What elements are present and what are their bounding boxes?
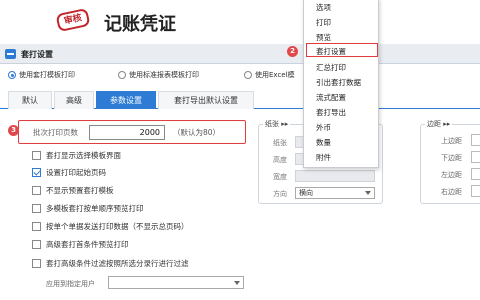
paper-label: 纸张: [273, 139, 287, 147]
right-margin-input[interactable]: [471, 185, 480, 197]
top-margin-label: 上边距: [441, 137, 462, 145]
right-margin-label: 右边距: [441, 188, 462, 196]
option-multi-template-order-preview[interactable]: 多模板套打按单顺序预览打印: [32, 203, 144, 214]
option-show-template-selector[interactable]: 套打显示选择模板界面: [32, 150, 121, 161]
audit-stamp: 审核: [55, 7, 91, 33]
apply-user-label: 应用到指定用户: [46, 280, 95, 288]
option-set-start-page[interactable]: 设置打印起始页码: [32, 167, 106, 178]
menu-item-quantity[interactable]: 数量: [316, 137, 331, 148]
tab-export-defaults[interactable]: 套打导出默认设置: [158, 91, 254, 109]
checkbox-icon: [32, 259, 41, 268]
option-label: 套打显示选择模板界面: [46, 151, 121, 160]
checkbox-icon: [32, 240, 41, 249]
radio-label: 使用标准报表模板打印: [129, 71, 199, 79]
margin-group-legend[interactable]: 边距 ▸▸: [425, 119, 453, 129]
radio-unselected-icon: [118, 71, 126, 79]
menu-item-foreign-currency[interactable]: 外币: [316, 122, 331, 133]
menu-item-options[interactable]: 选项: [316, 2, 331, 13]
width-field[interactable]: [295, 170, 375, 182]
menu-item-attachment[interactable]: 附件: [316, 152, 331, 163]
checkbox-checked-icon: [32, 168, 41, 177]
bottom-margin-label: 下边距: [441, 154, 462, 162]
menu-item-export-template-data[interactable]: 引出套打数据: [316, 77, 361, 88]
option-label: 高级套打首条件预览打印: [46, 240, 129, 249]
option-hide-preset-templates[interactable]: 不显示预置套打模板: [32, 185, 114, 196]
menu-item-preview[interactable]: 预览: [316, 32, 331, 43]
radio-label: 使用套打模板打印: [19, 71, 75, 79]
batch-pages-label: 批次打印页数: [33, 128, 78, 137]
batch-pages-row: 批次打印页数 2000 （默认为80）: [18, 120, 246, 144]
batch-pages-hint: （默认为80）: [173, 128, 221, 137]
option-label: 按单个单据发送打印数据（不显示总页码）: [46, 222, 189, 231]
batch-pages-input[interactable]: 2000: [89, 125, 165, 140]
tab-parameter-settings[interactable]: 参数设置: [96, 91, 156, 109]
print-settings-icon: [5, 49, 16, 59]
option-label: 套打高级条件过滤按照所选分录行进行过滤: [46, 259, 189, 268]
chevron-down-icon: [234, 281, 240, 285]
radio-excel-print[interactable]: 使用Excel模: [244, 70, 295, 80]
checkbox-icon: [32, 151, 41, 160]
option-label: 设置打印起始页码: [46, 168, 106, 177]
dialog-title-bar: 套打设置: [0, 44, 480, 64]
settings-tabs: 默认 高级 参数设置 套打导出默认设置: [0, 89, 480, 109]
option-advanced-first-condition-preview[interactable]: 高级套打首条件预览打印: [32, 239, 129, 250]
dialog-title: 套打设置: [21, 50, 53, 59]
radio-template-print[interactable]: 使用套打模板打印: [8, 70, 75, 80]
checkbox-icon: [32, 186, 41, 195]
step-marker-2: 2: [287, 46, 298, 57]
option-filter-by-selected-rows[interactable]: 套打高级条件过滤按照所选分录行进行过滤: [32, 258, 189, 269]
radio-selected-icon: [8, 71, 16, 79]
top-margin-input[interactable]: [471, 134, 480, 146]
paper-group-legend[interactable]: 纸张 ▸▸: [263, 119, 291, 129]
radio-standard-report-print[interactable]: 使用标准报表模板打印: [118, 70, 199, 80]
step-marker-3: 3: [8, 125, 19, 136]
menu-item-print[interactable]: 打印: [316, 17, 331, 28]
menu-item-flow-config[interactable]: 流式配置: [316, 92, 346, 103]
margin-settings-group: 边距 ▸▸ 上边距 下边距 左边距 右边距: [420, 119, 480, 204]
print-dropdown-menu: 选项 打印 预览 套打设置 汇总打印 引出套打数据 流式配置 套打导出 外币 数…: [303, 0, 379, 168]
chevron-down-icon: [365, 191, 371, 195]
bottom-margin-input[interactable]: [471, 151, 480, 163]
radio-unselected-icon: [244, 71, 252, 79]
menu-item-template-print-settings[interactable]: 套打设置: [316, 46, 346, 57]
orientation-select[interactable]: 横向: [295, 187, 375, 199]
width-label: 宽度: [273, 173, 287, 181]
apply-user-select[interactable]: [108, 276, 244, 289]
checkbox-icon: [32, 204, 41, 213]
document-title: 记账凭证: [104, 14, 176, 35]
parameter-panel: 批次打印页数 2000 （默认为80） 套打显示选择模板界面 设置打印起始页码 …: [0, 110, 252, 300]
menu-item-summary-print[interactable]: 汇总打印: [316, 62, 346, 73]
left-margin-input[interactable]: [471, 168, 480, 180]
tab-advanced[interactable]: 高级: [54, 91, 94, 109]
option-label: 不显示预置套打模板: [46, 186, 114, 195]
menu-item-template-export[interactable]: 套打导出: [316, 107, 346, 118]
orientation-value: 横向: [299, 189, 313, 197]
print-mode-options: 使用套打模板打印 使用标准报表模板打印 使用Excel模: [0, 67, 480, 85]
height-label: 高度: [273, 156, 287, 164]
radio-label: 使用Excel模: [255, 71, 295, 79]
orientation-label: 方向: [273, 190, 287, 198]
left-margin-label: 左边距: [441, 171, 462, 179]
document-header: 审核 记账凭证: [0, 0, 480, 44]
checkbox-icon: [32, 222, 41, 231]
option-send-per-document[interactable]: 按单个单据发送打印数据（不显示总页码）: [32, 221, 189, 232]
tab-default[interactable]: 默认: [8, 91, 52, 109]
option-label: 多模板套打按单顺序预览打印: [46, 204, 144, 213]
